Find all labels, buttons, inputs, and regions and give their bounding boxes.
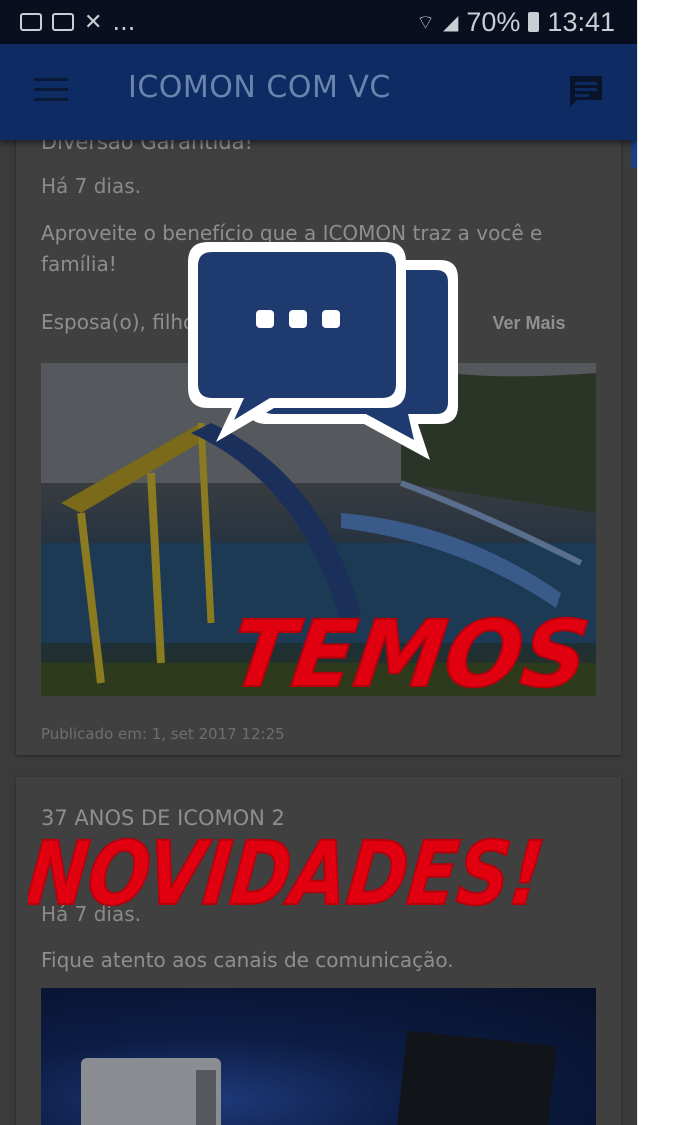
chat-bubbles-icon	[188, 242, 458, 460]
post-image-appliances[interactable]	[41, 988, 596, 1125]
post-body: Fique atento aos canais de comunicação.	[41, 948, 454, 972]
mail-icon	[52, 13, 74, 31]
app-title: ICOMON COM VC	[128, 70, 391, 105]
wifi-icon: ⌔	[416, 11, 435, 34]
novidades-text: NOVIDADES!	[28, 822, 549, 920]
ver-mais-link[interactable]: Ver Mais	[493, 313, 566, 333]
temos-text: TEMOS	[236, 600, 595, 704]
app-bar: ICOMON COM VC	[0, 44, 637, 140]
more-notifications-ellipsis: ...	[112, 8, 136, 36]
post-published-date: Publicado em: 1, set 2017 12:25	[41, 725, 285, 743]
screen-edge	[637, 0, 638, 1125]
battery-percent: 70%	[466, 6, 521, 37]
system-icons: ⌔ ◢ 70% 13:41	[416, 7, 615, 38]
status-bar: ✕ ... ⌔ ◢ 70% 13:41	[0, 0, 637, 44]
brush-text-novidades: NOVIDADES!	[28, 821, 550, 920]
menu-icon[interactable]	[34, 78, 68, 102]
appliances-illustration	[81, 1030, 557, 1125]
missed-call-icon: ✕	[84, 9, 103, 35]
phone-screen: ✕ ... ⌔ ◢ 70% 13:41 ICOMON COM VC Divers…	[0, 0, 637, 1125]
notification-icons: ✕ ...	[20, 8, 135, 36]
post-age: Há 7 dias.	[41, 174, 142, 198]
message-icon[interactable]	[568, 74, 604, 110]
clock: 13:41	[547, 6, 615, 37]
battery-icon	[528, 12, 540, 32]
gallery-icon	[20, 13, 42, 31]
brush-text-temos: TEMOS	[236, 599, 596, 704]
signal-icon: ◢	[442, 11, 459, 34]
